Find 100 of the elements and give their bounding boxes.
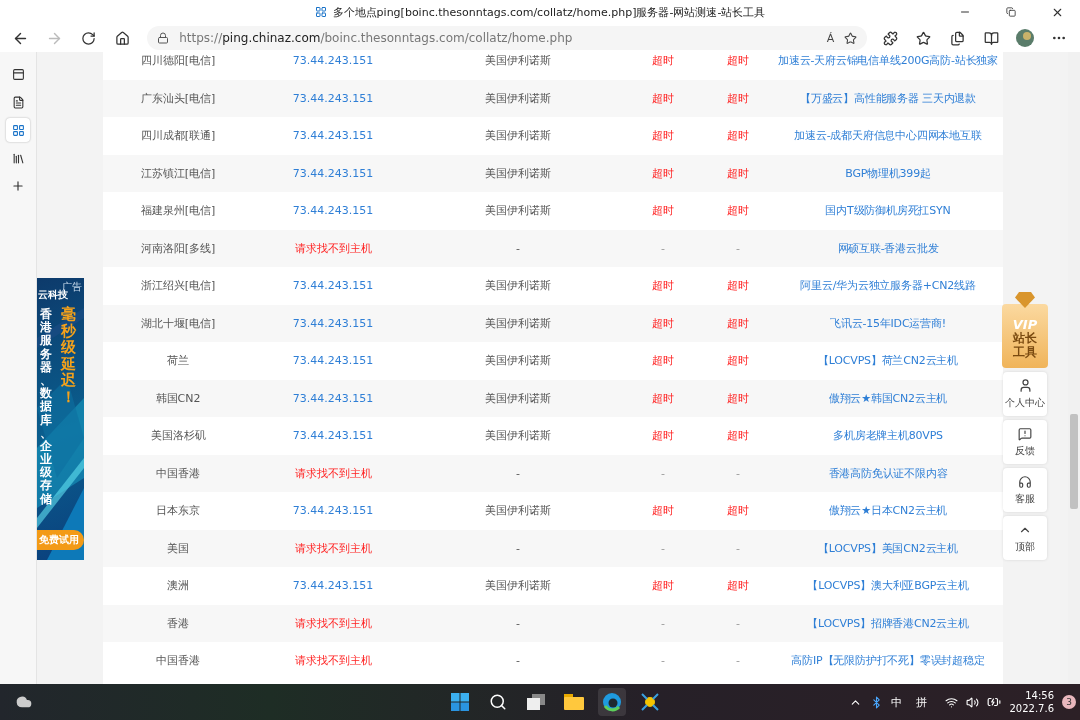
headset-icon [1018,474,1032,489]
site-icon [314,6,327,18]
sponsor-link[interactable]: 多机房老牌主机80VPS [833,428,943,444]
ip-cell: 73.44.243.151 [292,354,374,368]
status-cell: 超时 [652,353,674,369]
region-cell: - [516,541,520,555]
status-cell: 超时 [727,315,749,331]
puzzle-icon [882,30,898,46]
location-cell: 韩国CN2 [155,390,201,406]
location-cell: 四川德阳[电信] [140,53,216,69]
ime-mode[interactable]: 中 [891,694,903,710]
ip-cell: 73.44.243.151 [292,91,374,105]
region-cell: 美国伊利诺斯 [485,503,551,519]
status-cell: 超时 [727,578,749,594]
status-cell: - [661,466,665,480]
read-aloud-button[interactable]: Á [826,31,835,45]
location-cell: 中国香港 [156,465,200,481]
ad-brand: 云科技 [38,289,68,302]
ip-cell: 73.44.243.151 [292,204,374,218]
status-cell: - [736,241,740,255]
location-cell: 香港 [167,615,189,631]
browser-button[interactable] [598,688,626,716]
sponsor-link[interactable]: 傲翔云★韩国CN2云主机 [828,390,948,406]
float-button[interactable]: 客服 [1003,468,1047,512]
wifi-icon[interactable] [945,695,959,709]
sponsor-link[interactable]: 【LOCVPS】美国CN2云主机 [818,540,958,556]
vip-badge[interactable]: VIP 站长工具 [1002,304,1048,368]
ip-cell: 请求找不到主机 [294,540,372,556]
region-cell: - [516,654,520,668]
sponsor-link[interactable]: 阿里云/华为云独立服务器+CN2线路 [800,278,976,294]
sponsor-link[interactable]: 加速云-成都天府信息中心四网本地互联 [794,128,982,144]
ad-headline: 毫秒级延迟！ [61,306,76,405]
status-cell: - [661,616,665,630]
address-bar[interactable]: https://ping.chinaz.com/boinc.thesonntags.com/collatz/home.php Á [147,26,868,50]
book-icon [983,30,999,46]
ip-cell: 请求找不到主机 [294,240,372,256]
status-cell: - [736,466,740,480]
float-button[interactable]: 顶部 [1003,516,1047,560]
status-cell: - [736,616,740,630]
scrollbar-thumb[interactable] [1070,414,1078,509]
sponsor-link[interactable]: 加速云-天府云锦电信单线200G高防-站长独家 [778,53,998,69]
sponsor-link[interactable]: 飞讯云-15年IDC运营商! [830,315,946,331]
status-cell: 超时 [652,90,674,106]
region-cell: 美国伊利诺斯 [485,53,551,69]
sponsor-link[interactable]: 【LOCVPS】澳大利亚BGP云主机 [807,578,969,594]
sponsor-link[interactable]: 网硕互联-香港云批发 [837,240,939,256]
region-cell: 美国伊利诺斯 [485,128,551,144]
ip-cell: 73.44.243.151 [292,316,374,330]
status-cell: 超时 [652,53,674,69]
windows-stack-icon [527,694,545,710]
location-cell: 广东汕头[电信] [140,90,216,106]
window-title: 多个地点ping[boinc.thesonntags.com/collatz/home.php]服务器-网站测速-站长工具 [332,4,766,20]
region-cell: - [516,466,520,480]
location-cell: 美国洛杉矶 [150,428,206,444]
avatar-icon [1016,29,1035,47]
person-icon [1017,378,1033,393]
folder-icon [564,694,584,710]
ime-indicator[interactable]: 拼 [916,694,928,710]
ip-cell: 请求找不到主机 [294,615,372,631]
volume-icon[interactable] [966,695,980,709]
float-button[interactable]: 反馈 [1003,420,1047,464]
restore-icon [1006,7,1016,17]
ip-cell: 73.44.243.151 [292,129,374,143]
notification-badge[interactable]: 3 [1062,695,1076,709]
location-cell: 中国香港 [156,653,200,669]
clock[interactable]: 14:56 2022.7.6 [1009,689,1054,715]
ad-body: 香港服务器、数据库、企业级存储 [40,308,52,506]
battery-icon[interactable] [987,695,1002,709]
status-cell: 超时 [727,390,749,406]
status-cell: 超时 [727,128,749,144]
sponsor-link[interactable]: 【万盛云】高性能服务器 三天内退款 [799,90,977,106]
sponsor-link[interactable]: 香港高防免认证不限内容 [828,465,948,481]
status-cell: - [661,541,665,555]
status-cell: 超时 [727,353,749,369]
status-cell: - [661,241,665,255]
location-cell: 日本东京 [156,503,200,519]
location-cell: 江苏镇江[电信] [140,165,216,181]
status-cell: 超时 [652,165,674,181]
sponsor-link[interactable]: 国内T级防御机房死扛SYN [825,203,951,219]
region-cell: 美国伊利诺斯 [485,578,551,594]
location-cell: 澳洲 [167,578,189,594]
sponsor-link[interactable]: 傲翔云★日本CN2云主机 [828,503,948,519]
sponsor-link[interactable]: 高防IP【无限防护打不死】零误封超稳定 [791,653,985,669]
favorite-star-icon[interactable] [844,31,858,45]
plus-icon [11,179,25,193]
tools-icon [11,151,25,165]
app-icon [640,692,660,712]
status-cell: 超时 [727,503,749,519]
sponsor-link[interactable]: 【LOCVPS】招牌香港CN2云主机 [807,615,969,631]
region-cell: - [516,241,520,255]
star-icon [916,30,932,46]
status-cell: - [661,654,665,668]
sponsor-link[interactable]: 【LOCVPS】荷兰CN2云主机 [818,353,958,369]
ip-cell: 73.44.243.151 [292,429,374,443]
float-button[interactable]: 个人中心 [1003,372,1047,416]
ad-cta[interactable]: 免费试用 [37,530,84,550]
status-cell: 超时 [652,128,674,144]
region-cell: 美国伊利诺斯 [485,315,551,331]
status-cell: - [736,654,740,668]
sponsor-link[interactable]: BGP物理机399起 [845,165,931,181]
